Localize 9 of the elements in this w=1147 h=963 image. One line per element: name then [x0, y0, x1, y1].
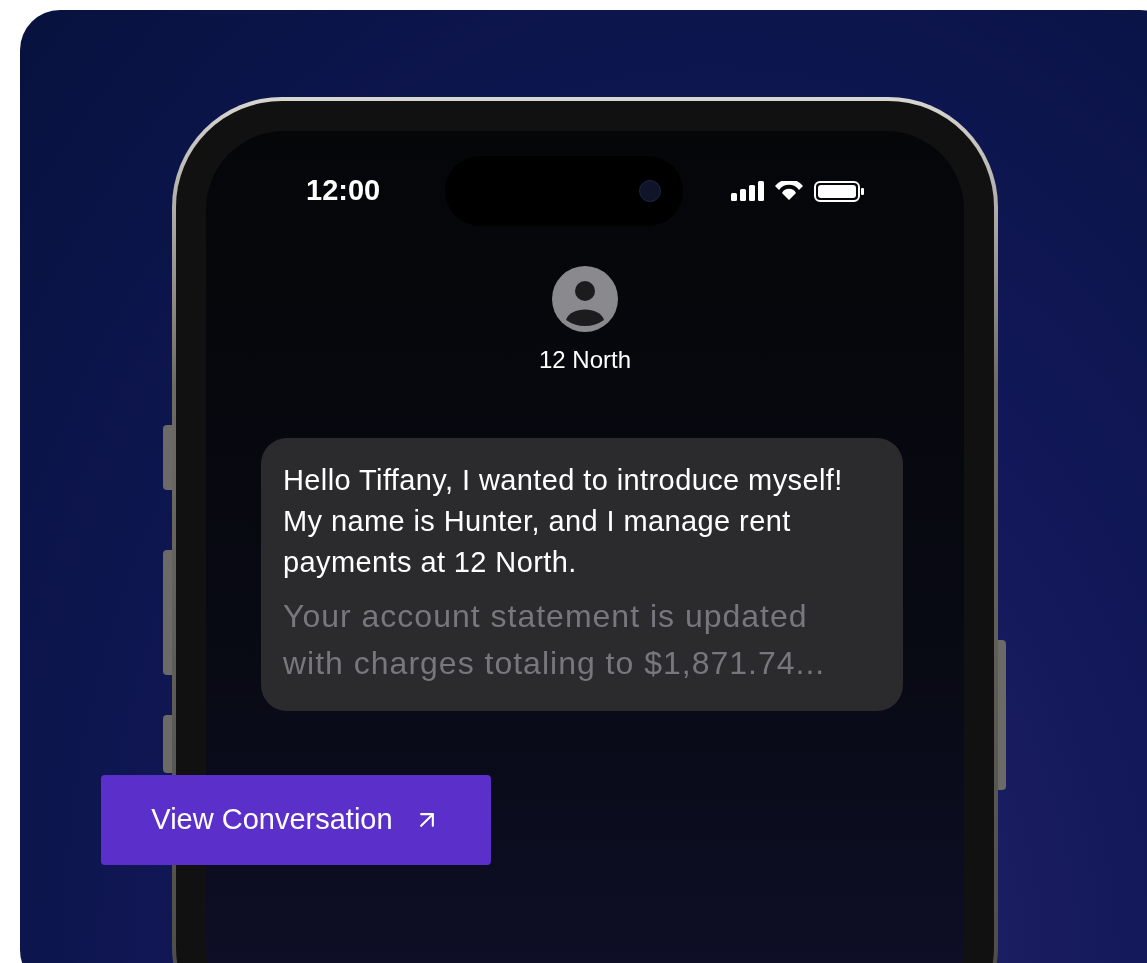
- status-time: 12:00: [306, 173, 382, 209]
- battery-icon: [814, 180, 864, 202]
- message-text: Hello Tiffany, I wanted to introduce myself! My name is Hunter, and I manage rent payments at 12 North.: [283, 463, 843, 580]
- view-conversation-button[interactable]: View Conversation: [101, 775, 491, 865]
- message-preview: Your account statement is updated with charges totaling to $1,871.74...: [283, 597, 827, 683]
- wifi-icon: [774, 181, 804, 201]
- signal-icon: [731, 181, 764, 201]
- avatar-icon: [552, 266, 618, 332]
- contact-name: 12 North: [538, 345, 632, 375]
